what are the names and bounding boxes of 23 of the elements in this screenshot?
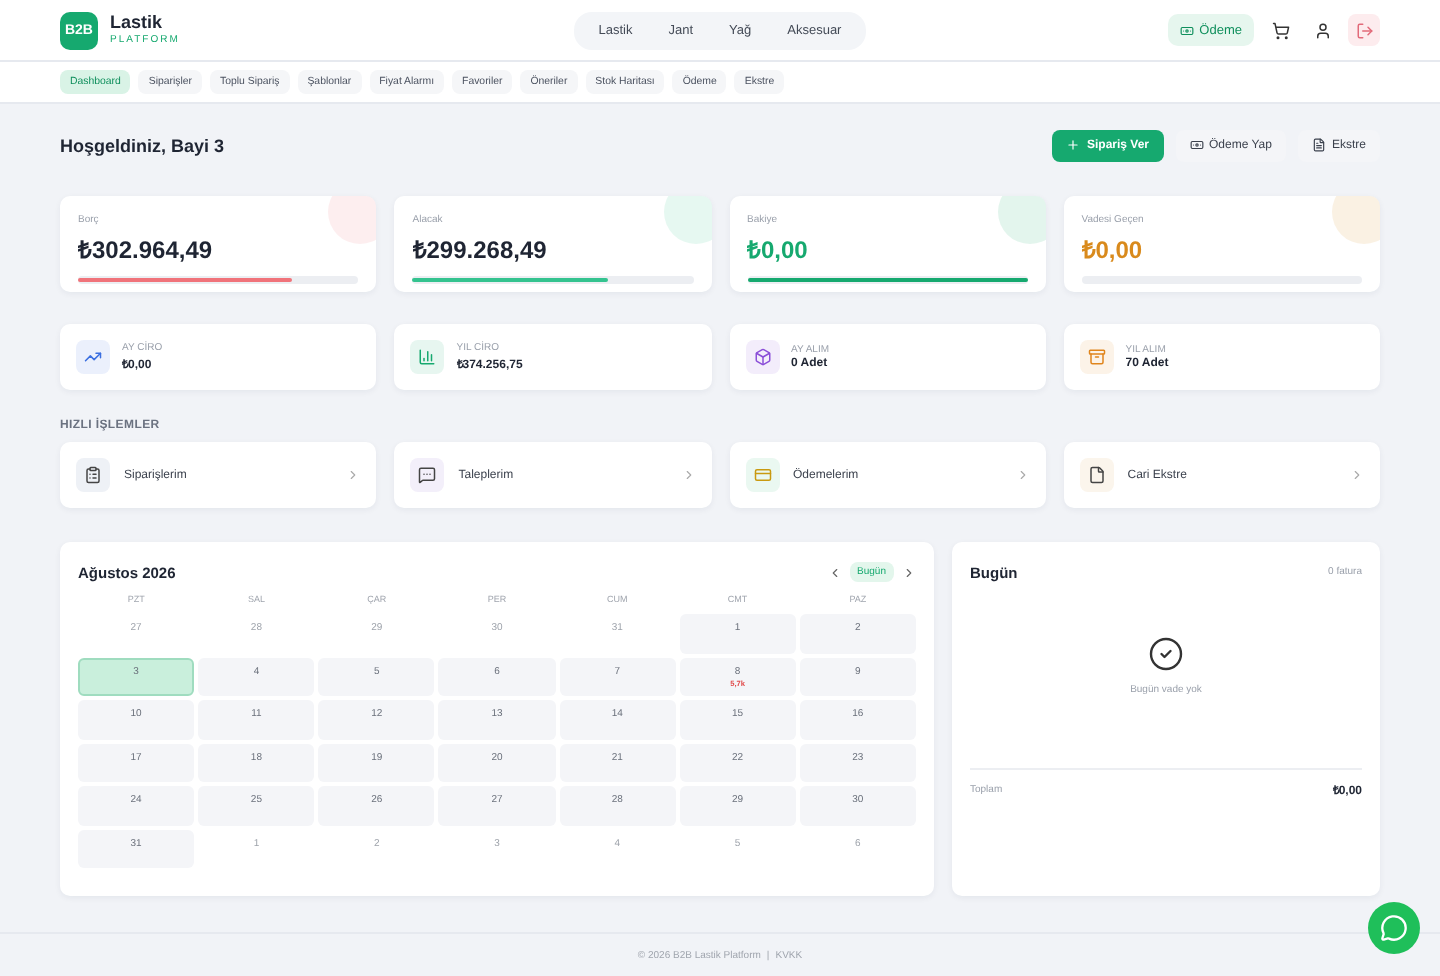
logout-icon[interactable] bbox=[1348, 14, 1380, 46]
chevron-right-icon bbox=[346, 468, 361, 482]
banknote-icon bbox=[1189, 138, 1204, 152]
previous-icon[interactable] bbox=[827, 565, 842, 579]
balance-value: ₺302.964,49 bbox=[78, 234, 215, 266]
next-icon[interactable] bbox=[902, 565, 916, 579]
clipboard-icon bbox=[76, 458, 110, 492]
chevron-right-icon bbox=[1350, 468, 1364, 482]
balance-value: ₺0,00 bbox=[1081, 234, 1145, 266]
balance-value: ₺299.268,49 bbox=[412, 234, 549, 266]
greeting: Hoşgeldiniz, Bayi 3 bbox=[60, 135, 225, 155]
brand-name: Lastik bbox=[110, 14, 165, 32]
plus-icon bbox=[1066, 138, 1081, 152]
chevron-right-icon bbox=[681, 468, 695, 482]
banknote-icon bbox=[1179, 23, 1194, 37]
chat-icon bbox=[410, 458, 445, 492]
chat-bubble-icon bbox=[1380, 914, 1408, 942]
check-circle-icon bbox=[1148, 636, 1184, 672]
document-icon bbox=[1311, 138, 1326, 152]
card-icon bbox=[745, 458, 779, 492]
document-icon bbox=[1079, 458, 1114, 492]
balance-value: ₺0,00 bbox=[747, 234, 810, 266]
chevron-right-icon bbox=[1015, 468, 1030, 482]
